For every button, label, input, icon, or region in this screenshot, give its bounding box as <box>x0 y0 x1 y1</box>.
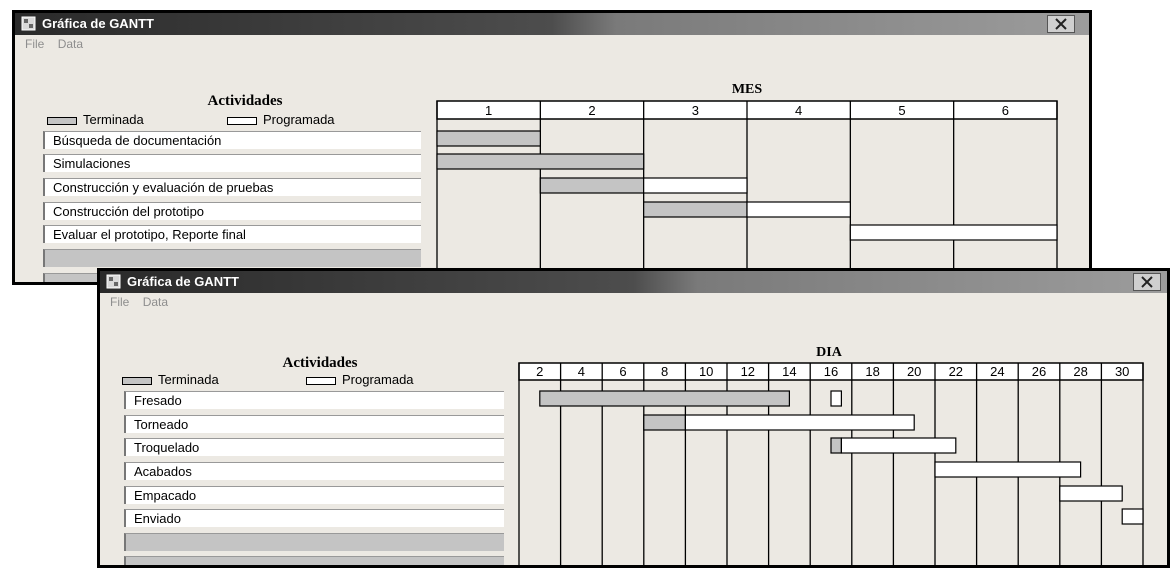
activity-row[interactable]: Acabados <box>124 462 504 480</box>
legend-scheduled: Programada <box>306 372 414 387</box>
activity-row[interactable]: Fresado <box>124 391 504 409</box>
gantt-bar-completed <box>436 153 645 170</box>
activity-row[interactable]: Enviado <box>124 509 504 527</box>
title-bar[interactable]: Gráfica de GANTT <box>100 271 1167 293</box>
close-button[interactable] <box>1047 15 1075 33</box>
chart-title: MES <box>731 82 763 97</box>
empty-activity-row[interactable] <box>124 556 504 565</box>
tick-label: 2 <box>588 103 595 118</box>
menu-file[interactable]: File <box>110 295 129 309</box>
tick-label: 20 <box>907 364 921 379</box>
activity-row[interactable]: Búsqueda de documentación <box>43 131 421 149</box>
legend-completed: Terminada <box>47 112 144 127</box>
tick-label: 5 <box>898 103 905 118</box>
gantt-bar-scheduled <box>643 177 748 194</box>
tick-label: 26 <box>1032 364 1046 379</box>
gantt-bar-scheduled <box>840 437 957 454</box>
gantt-bar-scheduled <box>934 461 1082 478</box>
activity-row[interactable]: Construcción del prototipo <box>43 202 421 220</box>
gantt-chart-months: 1 2 3 4 5 6 <box>436 100 1058 282</box>
activity-row[interactable]: Evaluar el prototipo, Reporte final <box>43 225 421 243</box>
legend-completed-swatch <box>47 116 77 125</box>
menu-bar: File Data <box>100 293 1167 311</box>
gantt-chart-days: 2 4 6 8 10 12 14 16 18 20 22 24 26 28 30 <box>518 362 1144 565</box>
tick-label: 22 <box>949 364 963 379</box>
tick-label: 30 <box>1115 364 1129 379</box>
activity-row[interactable]: Torneado <box>124 415 504 433</box>
gantt-bar-scheduled <box>746 201 851 218</box>
gantt-bar-scheduled <box>1059 485 1123 502</box>
activity-row[interactable]: Troquelado <box>124 438 504 456</box>
tick-label: 10 <box>699 364 713 379</box>
chart-app-icon <box>106 274 121 289</box>
gantt-window-days: Gráfica de GANTT File Data Actividades T… <box>97 268 1170 568</box>
legend-scheduled-swatch <box>306 376 336 385</box>
legend-completed-label: Terminada <box>158 372 219 387</box>
activity-row[interactable]: Empacado <box>124 486 504 504</box>
gantt-bar-scheduled <box>830 390 842 407</box>
close-button[interactable] <box>1133 273 1161 291</box>
tick-label: 6 <box>619 364 626 379</box>
activities-title: Actividades <box>207 93 283 109</box>
tick-label: 12 <box>741 364 755 379</box>
gantt-bar-completed <box>539 177 645 194</box>
gantt-bar-completed <box>643 201 748 218</box>
tick-label: 2 <box>536 364 543 379</box>
legend-scheduled-label: Programada <box>342 372 414 387</box>
legend-scheduled: Programada <box>227 112 335 127</box>
legend-completed-label: Terminada <box>83 112 144 127</box>
activity-row[interactable]: Construcción y evaluación de pruebas <box>43 178 421 196</box>
gantt-bar-scheduled <box>849 224 1058 241</box>
legend: Terminada Programada <box>47 112 447 130</box>
gantt-bar-completed <box>436 130 541 147</box>
title-bar[interactable]: Gráfica de GANTT <box>15 13 1089 35</box>
empty-activity-row[interactable] <box>43 249 421 267</box>
window-title: Gráfica de GANTT <box>127 274 239 289</box>
legend-scheduled-swatch <box>227 116 257 125</box>
tick-label: 28 <box>1073 364 1087 379</box>
tick-label: 6 <box>1002 103 1009 118</box>
legend-completed-swatch <box>122 376 152 385</box>
gantt-window-months: Gráfica de GANTT File Data Actividades T… <box>12 10 1092 285</box>
gantt-bar-scheduled <box>1121 508 1144 525</box>
window-title: Gráfica de GANTT <box>42 16 154 31</box>
activities-title: Actividades <box>282 355 358 371</box>
gantt-bar-scheduled <box>684 414 915 431</box>
menu-data[interactable]: Data <box>58 37 83 51</box>
close-icon <box>1055 18 1067 30</box>
tick-label: 18 <box>865 364 879 379</box>
empty-activity-row[interactable] <box>124 533 504 551</box>
tick-label: 4 <box>795 103 802 118</box>
legend-completed: Terminada <box>122 372 219 387</box>
tick-label: 8 <box>661 364 668 379</box>
menu-file[interactable]: File <box>25 37 44 51</box>
chart-app-icon <box>21 16 36 31</box>
tick-label: 1 <box>485 103 492 118</box>
tick-label: 14 <box>782 364 796 379</box>
tick-label: 3 <box>692 103 699 118</box>
menu-data[interactable]: Data <box>143 295 168 309</box>
menu-bar: File Data <box>15 35 1089 53</box>
legend-scheduled-label: Programada <box>263 112 335 127</box>
legend: Terminada Programada <box>122 372 522 390</box>
chart-title: DIA <box>816 345 842 360</box>
activity-row[interactable]: Simulaciones <box>43 154 421 172</box>
gantt-bar-completed <box>643 414 687 431</box>
close-icon <box>1141 276 1153 288</box>
tick-label: 24 <box>990 364 1004 379</box>
gantt-bar-completed <box>830 437 842 454</box>
tick-label: 4 <box>578 364 585 379</box>
tick-label: 16 <box>824 364 838 379</box>
gantt-bar-completed <box>539 390 791 407</box>
